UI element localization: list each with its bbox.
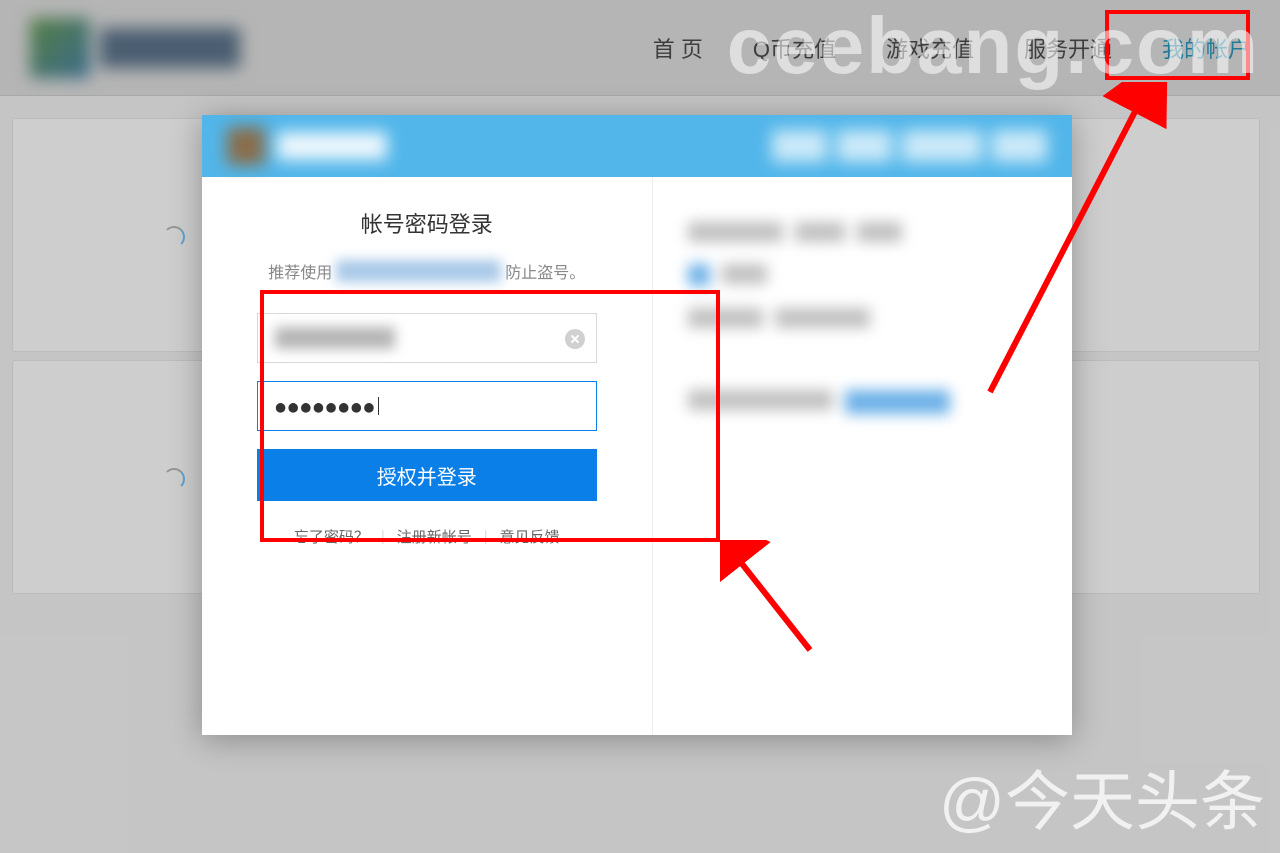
nav-my-account[interactable]: 我的帐户 bbox=[1162, 32, 1250, 64]
feedback-link[interactable]: 意见反馈 bbox=[500, 526, 560, 547]
permissions-panel bbox=[653, 177, 1073, 735]
login-modal: 帐号密码登录 推荐使用 防止盗号。 ●●●●●●●● 授权并登录 忘了密码？ bbox=[202, 115, 1072, 735]
loading-spinner-icon bbox=[163, 226, 181, 244]
nav-game[interactable]: 游戏充值 bbox=[886, 32, 974, 64]
header-blur-block bbox=[772, 130, 827, 162]
login-links: 忘了密码？ | 注册新帐号 | 意见反馈 bbox=[252, 526, 602, 547]
register-link[interactable]: 注册新帐号 bbox=[397, 526, 472, 547]
modal-header bbox=[202, 115, 1072, 177]
subtitle-post: 防止盗号。 bbox=[505, 259, 585, 283]
login-subtitle: 推荐使用 防止盗号。 bbox=[268, 259, 585, 283]
login-title: 帐号密码登录 bbox=[361, 207, 493, 239]
watermark-author: @今天头条 bbox=[939, 749, 1265, 843]
main-nav: 首 页 Q币充值 游戏充值 服务开通 我的帐户 bbox=[653, 32, 1250, 64]
header-blur-block bbox=[992, 130, 1047, 162]
login-form-panel: 帐号密码登录 推荐使用 防止盗号。 ●●●●●●●● 授权并登录 忘了密码？ bbox=[202, 177, 653, 735]
username-input[interactable] bbox=[257, 313, 597, 363]
logo-icon bbox=[30, 18, 90, 78]
logo bbox=[30, 18, 240, 78]
subtitle-pre: 推荐使用 bbox=[268, 259, 332, 283]
modal-app-name bbox=[277, 132, 387, 160]
forgot-password-link[interactable]: 忘了密码？ bbox=[294, 526, 369, 547]
separator: | bbox=[484, 528, 488, 545]
authorize-login-button[interactable]: 授权并登录 bbox=[257, 449, 597, 501]
nav-qcoin[interactable]: Q币充值 bbox=[753, 32, 836, 64]
nav-home[interactable]: 首 页 bbox=[653, 32, 703, 64]
loading-spinner-icon bbox=[163, 468, 181, 486]
header-blur-block bbox=[902, 130, 982, 162]
recommended-link-blurred[interactable] bbox=[336, 260, 501, 282]
clear-input-icon[interactable] bbox=[565, 329, 585, 349]
page-header: 首 页 Q币充值 游戏充值 服务开通 我的帐户 bbox=[0, 0, 1280, 96]
password-mask: ●●●●●●●● bbox=[276, 397, 377, 416]
modal-avatar bbox=[227, 127, 265, 165]
text-cursor bbox=[378, 397, 379, 415]
password-input[interactable]: ●●●●●●●● bbox=[257, 381, 597, 431]
nav-service[interactable]: 服务开通 bbox=[1024, 32, 1112, 64]
logo-text bbox=[100, 28, 240, 68]
separator: | bbox=[381, 528, 385, 545]
header-blur-block bbox=[837, 130, 892, 162]
